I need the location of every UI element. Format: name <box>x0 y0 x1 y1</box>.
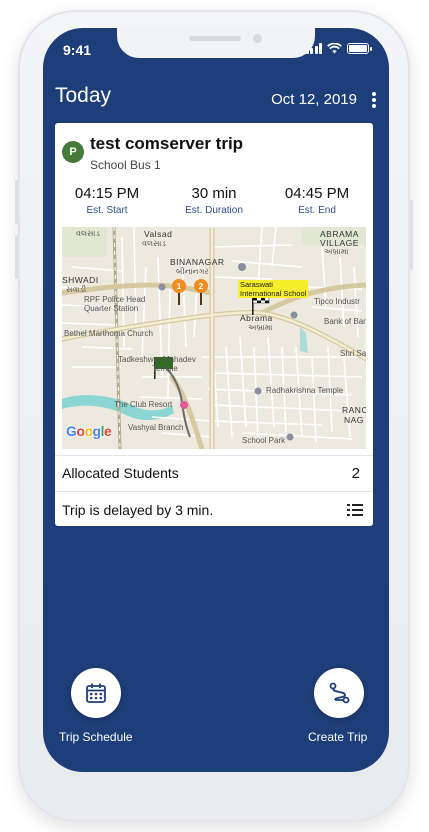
map-label-abrama-guj-2: અબ્રામા <box>248 323 273 332</box>
speaker <box>189 36 241 41</box>
stop-2-pin[interactable]: 2 <box>194 279 208 293</box>
map-label-binanagar: BINANAGAR <box>170 257 225 267</box>
est-duration-value: 30 min <box>191 185 237 202</box>
more-menu-icon[interactable] <box>371 92 377 108</box>
map-label-rpf: RPF Police Head <box>84 295 146 304</box>
map-label-shwadi-guj: સવાડી <box>66 285 87 294</box>
map-label-rpf-2: Quarter Station <box>84 304 139 313</box>
est-end: 04:45 PM Est. End <box>269 185 365 216</box>
trip-vehicle: School Bus 1 <box>90 158 161 172</box>
status-time: 9:41 <box>63 42 92 58</box>
map-label-shwadi: SHWADI <box>62 275 99 285</box>
est-duration: 30 min Est. Duration <box>166 185 262 216</box>
map-label-bank-baroda: Bank of Baroda <box>324 317 366 326</box>
est-start-label: Est. Start <box>86 205 128 216</box>
map-label-binanagar-guj: બીનાનગર <box>176 267 209 276</box>
google-logo: Google <box>66 423 112 439</box>
trip-title: test comserver trip <box>90 134 244 153</box>
school-destination-label: Saraswati International School <box>238 280 309 298</box>
trip-card[interactable]: P test comserver trip School Bus 1 04:15… <box>55 123 373 526</box>
stop-1-stick <box>178 291 180 305</box>
wifi-icon <box>327 43 342 54</box>
signal-icon <box>305 43 322 54</box>
trip-schedule-label: Trip Schedule <box>59 730 133 744</box>
school-name-line-2: International School <box>240 289 307 298</box>
est-end-label: Est. End <box>298 205 336 216</box>
page-title: Today <box>55 84 112 107</box>
volume-button <box>15 235 18 279</box>
calendar-icon <box>86 683 106 703</box>
status-icons <box>305 43 372 54</box>
map-label-vashyal: Vashyal Branch <box>128 423 184 432</box>
stop-2-stick <box>200 291 202 305</box>
header-date: Oct 12, 2019 <box>271 91 357 108</box>
route-icon <box>329 682 350 704</box>
school-name-line-1: Saraswati <box>240 280 273 289</box>
list-icon[interactable] <box>347 504 363 516</box>
map-label-abrama-guj: અબ્રામા <box>324 247 349 256</box>
map-label-tipco: Tipco Industr <box>314 297 360 306</box>
route-map[interactable]: વલસાડ Valsad વલસાડ BINANAGAR બીનાનગર ABR… <box>62 227 366 449</box>
battery-icon <box>347 43 372 54</box>
create-trip-label: Create Trip <box>308 730 368 744</box>
map-label-bethel: Bethel Marthoma Church <box>64 329 153 338</box>
est-start: 04:15 PM Est. Start <box>59 185 155 216</box>
create-trip-button[interactable] <box>314 668 364 718</box>
map-label-tadkeshwar: Tadkeshwar Mahadev <box>118 355 196 364</box>
trip-delay-text: Trip is delayed by 3 min. <box>62 502 214 518</box>
est-start-value: 04:15 PM <box>74 185 140 202</box>
map-label-club-resort: The Club Resort <box>114 400 173 409</box>
app-screen: 9:41 Today Oct 12, 2019 P test comserver… <box>43 28 389 772</box>
camera <box>253 34 262 43</box>
trip-status-badge: P <box>62 141 84 163</box>
map-label-valsad-guj-left: વલસાડ <box>76 229 100 238</box>
map-label-valsad: Valsad <box>144 229 173 239</box>
map-label-shri-sa: Shri Sa <box>340 349 366 358</box>
map-label-ranch: RANCH <box>342 405 366 415</box>
allocated-students-label: Allocated Students <box>62 465 179 481</box>
power-button <box>410 200 413 270</box>
map-label-abrama: Abrama <box>240 313 273 323</box>
allocated-students-row[interactable]: Allocated Students 2 <box>55 455 373 489</box>
trip-schedule-button[interactable] <box>71 668 121 718</box>
volume-button <box>15 180 18 224</box>
est-end-value: 04:45 PM <box>284 185 350 202</box>
map-label-radhakrishna: Radhakrishna Temple <box>266 386 344 395</box>
map-label-nag: NAG <box>344 415 364 425</box>
stop-1-pin[interactable]: 1 <box>172 279 186 293</box>
est-duration-label: Est. Duration <box>185 205 243 216</box>
map-label-school-park: School Park <box>242 436 286 445</box>
map-label-tadkeshwar-2: Temple <box>152 364 178 373</box>
trip-delay-row[interactable]: Trip is delayed by 3 min. <box>55 491 373 526</box>
notch <box>117 28 315 58</box>
map-label-valsad-guj: વલસાડ <box>142 239 166 248</box>
allocated-students-count: 2 <box>351 465 360 482</box>
